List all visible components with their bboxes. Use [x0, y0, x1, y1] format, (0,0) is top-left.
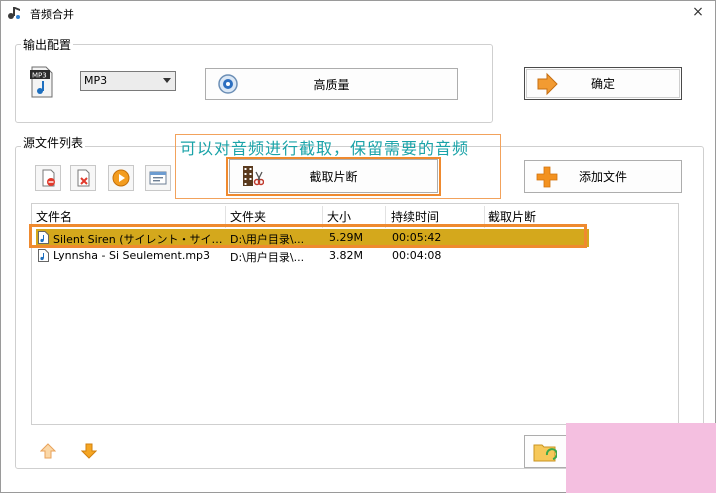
audio-file-icon: [38, 249, 49, 262]
close-button[interactable]: ×: [690, 4, 706, 20]
column-header-name[interactable]: 文件名: [36, 208, 72, 225]
output-format-value: MP3: [84, 74, 108, 87]
clear-list-button[interactable]: [70, 165, 96, 191]
settings-disc-icon: [218, 74, 238, 94]
info-card-icon: [149, 171, 167, 185]
confirm-label: 确定: [590, 77, 615, 91]
column-header-folder[interactable]: 文件夹: [230, 208, 266, 225]
remove-file-button[interactable]: [35, 165, 61, 191]
table-row[interactable]: Lynnsha - Si Seulement.mp3 D:\用户目录\... 3…: [36, 247, 589, 265]
column-header-size[interactable]: 大小: [327, 208, 351, 225]
remove-file-icon: [42, 169, 55, 187]
play-icon: [112, 169, 130, 187]
folder-cell: D:\用户目录\...: [230, 251, 305, 264]
delete-icon: [77, 169, 90, 187]
cut-button-highlight: [226, 157, 441, 196]
column-header-duration[interactable]: 持续时间: [391, 208, 439, 225]
duration-cell: 00:04:08: [392, 249, 442, 262]
output-format-select[interactable]: MP3: [80, 71, 176, 91]
annotation-text: 可以对音频进行截取，保留需要的音频: [180, 139, 470, 158]
high-quality-label: 高质量: [313, 77, 350, 92]
add-file-label: 添加文件: [578, 170, 627, 184]
arrow-down-icon[interactable]: [81, 443, 97, 459]
column-header-clip[interactable]: 截取片断: [488, 208, 536, 225]
size-cell: 3.82M: [329, 249, 363, 262]
plus-icon: [536, 166, 558, 187]
folder-icon: [533, 444, 557, 462]
chevron-down-icon: [163, 78, 171, 83]
audio-merge-icon: [8, 7, 20, 19]
output-config-label: 输出配置: [21, 36, 74, 53]
add-file-button[interactable]: 添加文件: [524, 160, 682, 193]
confirm-button[interactable]: 确定: [524, 67, 682, 100]
selected-row-highlight: [29, 224, 587, 248]
mp3-file-icon: MP3: [30, 66, 53, 98]
watermark-patch: [566, 423, 716, 493]
source-files-label: 源文件列表: [21, 134, 86, 151]
arrow-up-icon[interactable]: [40, 443, 56, 459]
mp3-icon-label: MP3: [32, 72, 47, 80]
window-title: 音频合并: [30, 8, 74, 21]
file-info-button[interactable]: [145, 165, 171, 191]
arrow-right-icon: [537, 72, 558, 95]
high-quality-button[interactable]: 高质量: [205, 68, 458, 100]
play-button[interactable]: [108, 165, 134, 191]
file-name-cell: Lynnsha - Si Seulement.mp3: [53, 249, 211, 262]
